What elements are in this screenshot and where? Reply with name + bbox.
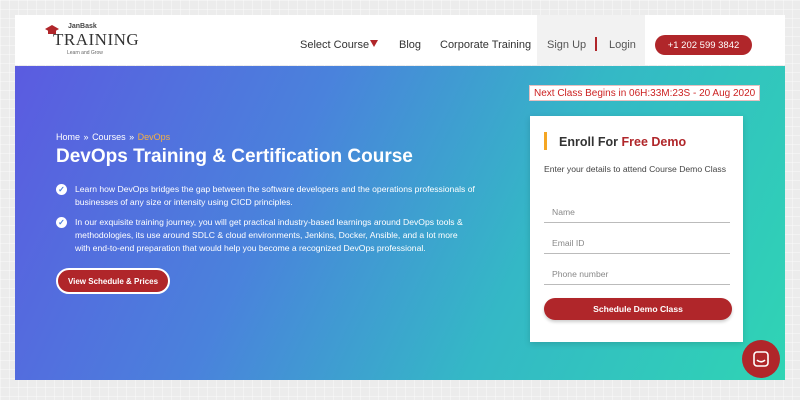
email-field[interactable] xyxy=(544,232,730,254)
nav-sign-up[interactable]: Sign Up xyxy=(547,39,586,51)
logo-brand-main: TRAINING xyxy=(53,30,140,49)
page-title: DevOps Training & Certification Course xyxy=(56,146,413,167)
breadcrumb: Home » Courses » DevOps xyxy=(56,132,170,142)
form-title-prefix: Enroll For xyxy=(559,135,619,149)
phone-field[interactable] xyxy=(544,263,730,285)
schedule-demo-button[interactable]: Schedule Demo Class xyxy=(544,298,732,320)
nav-divider xyxy=(595,37,597,51)
breadcrumb-current: DevOps xyxy=(137,132,171,142)
breadcrumb-separator: » xyxy=(129,132,135,142)
check-icon: ✓ xyxy=(56,184,67,195)
breadcrumb-separator: » xyxy=(83,132,89,142)
view-schedule-button[interactable]: View Schedule & Prices xyxy=(56,268,170,294)
feature-text: Learn how DevOps bridges the gap between… xyxy=(75,184,475,207)
next-class-countdown: Next Class Begins in 06H:33M:23S - 20 Au… xyxy=(529,85,761,101)
phone-button[interactable]: +1 202 599 3842 xyxy=(655,35,752,55)
check-icon: ✓ xyxy=(56,217,67,228)
logo-tagline: Learn and Grow xyxy=(67,50,103,56)
breadcrumb-courses[interactable]: Courses xyxy=(92,132,126,142)
caret-down-icon[interactable] xyxy=(370,40,378,47)
chat-icon xyxy=(753,351,769,367)
feature-text: In our exquisite training journey, you w… xyxy=(75,217,463,253)
nav-corporate-training[interactable]: Corporate Training xyxy=(440,39,531,51)
site-header: JanBask TRAINING Learn and Grow Select C… xyxy=(15,15,785,65)
hero-section: Next Class Begins in 06H:33M:23S - 20 Au… xyxy=(15,66,785,380)
form-title-accent: Free Demo xyxy=(621,135,687,149)
name-field[interactable] xyxy=(544,201,730,223)
nav-select-course[interactable]: Select Course xyxy=(300,39,369,51)
logo-brand-small: JanBask xyxy=(68,23,97,30)
nav-login[interactable]: Login xyxy=(609,39,636,51)
form-title: Enroll For Free Demo xyxy=(559,135,686,149)
form-description: Enter your details to attend Course Demo… xyxy=(544,164,726,174)
breadcrumb-home[interactable]: Home xyxy=(56,132,80,142)
enroll-demo-form: Enroll For Free Demo Enter your details … xyxy=(530,116,743,342)
chat-button[interactable] xyxy=(742,340,780,378)
nav-blog[interactable]: Blog xyxy=(399,39,421,51)
form-accent-bar xyxy=(544,132,547,150)
logo[interactable]: JanBask TRAINING Learn and Grow xyxy=(45,23,155,59)
